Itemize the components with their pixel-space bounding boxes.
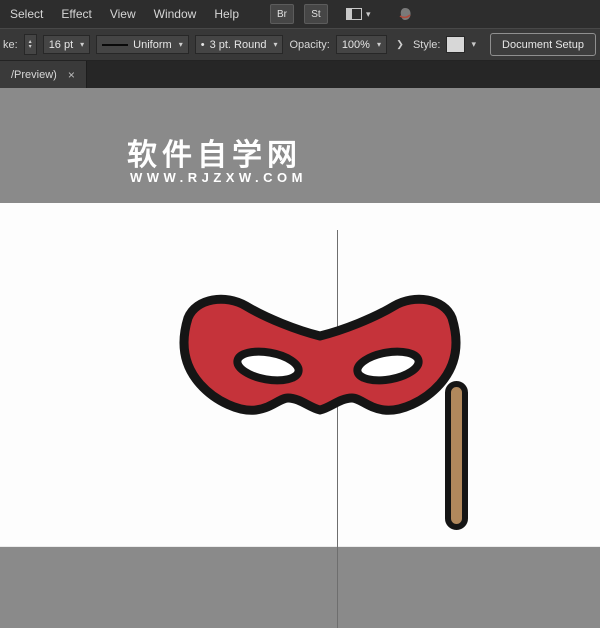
style-label: Style:: [412, 38, 441, 51]
brush-definition-value: 3 pt. Round: [209, 38, 267, 51]
hand-tool-icon[interactable]: [397, 6, 414, 22]
pasteboard-top: 软件自学网 WWW.RJZXW.COM: [0, 88, 600, 203]
menu-help[interactable]: Help: [205, 0, 248, 28]
document-tab-bar: /Preview) ×: [0, 61, 600, 88]
graphic-style-swatch[interactable]: [446, 36, 466, 53]
document-setup-button[interactable]: Document Setup: [490, 33, 596, 56]
stroke-width-dropdown[interactable]: 16 pt ▾: [42, 35, 91, 54]
watermark-site-name: 软件自学网: [127, 139, 302, 172]
stroke-label: ke:: [3, 38, 18, 51]
workspace-switcher[interactable]: ▾: [346, 8, 371, 20]
menu-bar: Select Effect View Window Help Br St ▾: [0, 0, 600, 28]
chevron-down-icon: ▾: [80, 40, 85, 49]
watermark-site-url: WWW.RJZXW.COM: [130, 170, 307, 185]
width-profile-value: Uniform: [133, 38, 172, 51]
chevron-down-icon: ▾: [178, 40, 183, 49]
menu-window[interactable]: Window: [145, 0, 206, 28]
opacity-label: Opacity:: [289, 38, 330, 51]
opacity-dropdown[interactable]: 100% ▾: [335, 35, 387, 54]
opacity-value: 100%: [341, 38, 370, 51]
brush-dot-icon: •: [200, 38, 205, 51]
mask-stick-shape[interactable]: [445, 381, 468, 530]
stock-button[interactable]: St: [304, 4, 328, 24]
width-profile-dropdown[interactable]: Uniform ▾: [96, 35, 189, 54]
bridge-button[interactable]: Br: [270, 4, 294, 24]
brush-definition-dropdown[interactable]: • 3 pt. Round ▾: [194, 35, 284, 54]
control-bar: ke: ▴ ▾ 16 pt ▾ Uniform ▾ • 3 pt. Round …: [0, 28, 600, 61]
stroke-width-value: 16 pt: [48, 38, 74, 51]
stroke-width-stepper[interactable]: ▴ ▾: [23, 34, 37, 55]
chevron-down-icon: ▾: [376, 40, 381, 49]
stepper-down-icon: ▾: [28, 43, 32, 50]
pasteboard-bottom: [0, 546, 600, 628]
menubar-icon-group: Br St ▾: [270, 4, 414, 24]
workspace-panels-icon: [346, 8, 362, 20]
menu-effect[interactable]: Effect: [52, 0, 100, 28]
chevron-down-icon: ▾: [273, 40, 278, 49]
document-tab-title: /Preview): [11, 68, 57, 81]
chevron-down-icon: ▾: [366, 8, 371, 19]
stroke-profile-preview: [102, 43, 129, 46]
mask-artwork: [179, 294, 468, 530]
close-icon[interactable]: ×: [68, 68, 75, 82]
menu-view[interactable]: View: [101, 0, 145, 28]
chevron-down-icon: ▾: [471, 39, 477, 49]
menu-select[interactable]: Select: [0, 0, 52, 28]
document-tab[interactable]: /Preview) ×: [0, 61, 87, 88]
opacity-panel-arrow[interactable]: ❯: [393, 35, 407, 54]
